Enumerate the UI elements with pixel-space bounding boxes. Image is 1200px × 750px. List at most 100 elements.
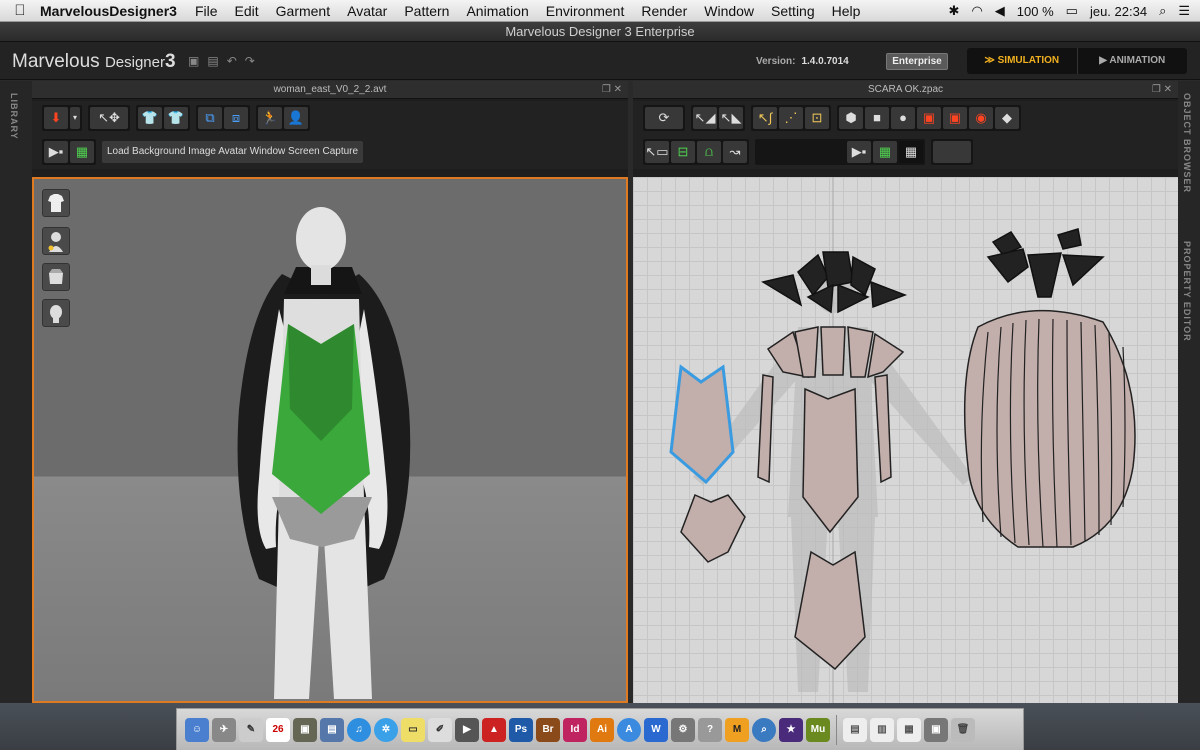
indesign-icon[interactable]: Id: [563, 717, 587, 742]
bridge-icon[interactable]: Br: [536, 717, 560, 742]
app-menu[interactable]: MarvelousDesigner3: [40, 3, 177, 19]
menu-render[interactable]: Render: [641, 3, 687, 19]
menu-avatar[interactable]: Avatar: [347, 3, 387, 19]
pose-icon[interactable]: 🏃: [258, 107, 282, 129]
selection-display-icon[interactable]: ▶▪: [44, 141, 68, 163]
app-store-icon[interactable]: A: [617, 717, 641, 742]
magnifier-app-icon[interactable]: ⌕: [752, 717, 776, 742]
menu-edit[interactable]: Edit: [235, 3, 259, 19]
free-sewing-icon[interactable]: ⩍: [697, 141, 721, 163]
texture-edit-icon[interactable]: ▦: [899, 141, 923, 163]
unknown-app-icon[interactable]: ?: [698, 717, 722, 742]
menu-file[interactable]: File: [195, 3, 218, 19]
internal-point-icon[interactable]: ⊡: [805, 107, 829, 129]
apple-menu-icon[interactable]: : [0, 2, 40, 19]
menu-garment[interactable]: Garment: [276, 3, 330, 19]
texture-icon[interactable]: ▦: [873, 141, 897, 163]
edit-curve-icon[interactable]: ↖∫: [753, 107, 777, 129]
menu-window[interactable]: Window: [704, 3, 754, 19]
acrobat-icon[interactable]: ▲: [482, 717, 506, 742]
deselect-garment-icon[interactable]: 👕: [164, 107, 188, 129]
select-texture-icon[interactable]: ▶▪: [847, 141, 871, 163]
pattern-piece-lower-left[interactable]: [680, 493, 746, 563]
add-point-icon[interactable]: ⋰: [779, 107, 803, 129]
tack-sewing-icon[interactable]: ↝: [723, 141, 747, 163]
rectangle-icon[interactable]: ■: [865, 107, 889, 129]
itunes-icon[interactable]: ♫: [347, 717, 371, 742]
spotlight-icon[interactable]: ⌕: [1159, 3, 1166, 19]
imovie-icon[interactable]: ★: [779, 717, 803, 742]
library-sidebar[interactable]: LIBRARY: [0, 81, 32, 703]
library-tab[interactable]: LIBRARY: [9, 93, 19, 140]
menu-pattern[interactable]: Pattern: [404, 3, 449, 19]
wifi-icon[interactable]: ◠: [971, 3, 982, 19]
tack-icon[interactable]: ⧈: [224, 107, 248, 129]
select-move-icon[interactable]: ↖✥: [90, 107, 128, 129]
undo-icon[interactable]: ↶: [227, 54, 237, 68]
simulation-mode-button[interactable]: ≫ SIMULATION: [967, 48, 1078, 74]
refresh-icon[interactable]: ⟳: [645, 107, 683, 129]
menu-setting[interactable]: Setting: [771, 3, 815, 19]
property-editor-tab[interactable]: PROPERTY EDITOR: [1182, 241, 1192, 342]
edit-sewing-icon[interactable]: ↖▭: [645, 141, 669, 163]
stickies-icon[interactable]: ▭: [401, 717, 425, 742]
open-folder-icon[interactable]: ▤: [207, 54, 218, 68]
calendar-icon[interactable]: 26: [266, 717, 290, 742]
system-preferences-icon[interactable]: ⚙: [671, 717, 695, 742]
battery-percent[interactable]: 100 %: [1017, 4, 1054, 19]
empty-tool-button[interactable]: [933, 141, 971, 163]
photo-booth-icon[interactable]: ▣: [293, 717, 317, 742]
save-icon[interactable]: ▣: [188, 54, 199, 68]
safari-icon[interactable]: ✲: [374, 717, 398, 742]
avatar-measure-icon[interactable]: 👤: [284, 107, 308, 129]
word-icon[interactable]: W: [644, 717, 668, 742]
pattern-back-cape[interactable]: [963, 309, 1136, 548]
edit-point-icon[interactable]: ↖◣: [719, 107, 743, 129]
internal-polygon-icon[interactable]: ▣: [917, 107, 941, 129]
quicktime-icon[interactable]: ▶: [455, 717, 479, 742]
circle-icon[interactable]: ●: [891, 107, 915, 129]
volume-icon[interactable]: ◀: [995, 3, 1005, 19]
2d-pattern-viewport[interactable]: [633, 177, 1178, 703]
polygon-icon[interactable]: ⬢: [839, 107, 863, 129]
bluetooth-icon[interactable]: ✱: [949, 3, 960, 19]
internal-circle-icon[interactable]: ◉: [969, 107, 993, 129]
clock[interactable]: jeu. 22:34: [1090, 4, 1147, 19]
internal-rectangle-icon[interactable]: ▣: [943, 107, 967, 129]
finder-icon[interactable]: ☺: [185, 717, 209, 742]
preview-icon[interactable]: ▤: [320, 717, 344, 742]
panel-float-close-icon[interactable]: ❐ ✕: [602, 81, 622, 99]
battery-icon[interactable]: ▭: [1066, 3, 1078, 19]
launchpad-icon[interactable]: ✈: [212, 717, 236, 742]
edition-badge[interactable]: Enterprise: [886, 53, 948, 70]
select-garment-icon[interactable]: 👕: [138, 107, 162, 129]
texture-display-icon[interactable]: ▦: [70, 141, 94, 163]
animation-mode-button[interactable]: ▶ ANIMATION: [1078, 48, 1188, 74]
redo-icon[interactable]: ↷: [245, 54, 255, 68]
folder-stack-icon[interactable]: ▣: [924, 717, 948, 742]
transform-pattern-icon[interactable]: ↖◢: [693, 107, 717, 129]
selected-pattern-piece[interactable]: [669, 364, 735, 485]
notification-center-icon[interactable]: ☰: [1178, 3, 1190, 19]
screenshot-stack-icon[interactable]: ▦: [897, 717, 921, 742]
load-background-screen-capture-button[interactable]: Load Background Image Avatar Window Scre…: [102, 141, 364, 163]
segment-sewing-icon[interactable]: ⊟: [671, 141, 695, 163]
menu-environment[interactable]: Environment: [546, 3, 625, 19]
textedit-icon[interactable]: ✐: [428, 717, 452, 742]
fold-arrangement-icon[interactable]: ⧉: [198, 107, 222, 129]
notes-icon[interactable]: ✎: [239, 717, 263, 742]
photoshop-icon[interactable]: Ps: [509, 717, 533, 742]
illustrator-icon[interactable]: Ai: [590, 717, 614, 742]
panel-float-close-icon[interactable]: ❐ ✕: [1152, 81, 1172, 99]
document-stack-icon[interactable]: ▤: [843, 717, 867, 742]
marvelous-designer-icon[interactable]: M: [725, 717, 749, 742]
muse-icon[interactable]: Mu: [806, 717, 830, 742]
menu-help[interactable]: Help: [832, 3, 861, 19]
object-browser-tab[interactable]: OBJECT BROWSER: [1182, 93, 1192, 193]
downloads-stack-icon[interactable]: ▥: [870, 717, 894, 742]
dropdown-arrow-icon[interactable]: ▾: [70, 107, 80, 129]
3d-viewport[interactable]: [32, 177, 628, 703]
simulate-icon[interactable]: ⬇: [44, 107, 68, 129]
dart-icon[interactable]: ◆: [995, 107, 1019, 129]
trash-icon[interactable]: 🗑: [951, 717, 975, 742]
